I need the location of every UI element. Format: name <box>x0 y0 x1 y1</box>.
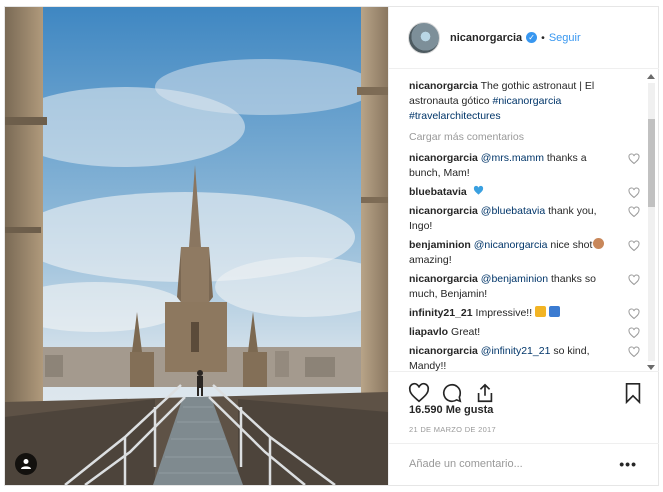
comment-text: Great! <box>448 326 481 338</box>
post-caption: nicanorgarcia The gothic astronaut | El … <box>409 79 609 124</box>
face-emoji-icon <box>593 238 605 249</box>
comments-scrollbar[interactable] <box>646 73 656 371</box>
comment-mention[interactable]: @benjaminion <box>481 273 548 285</box>
hashtag-link[interactable]: #nicanorgarcia <box>492 95 561 107</box>
user-tag-button[interactable] <box>15 453 37 475</box>
cathedral-rooftop-image <box>5 7 388 485</box>
heart-icon[interactable] <box>628 187 640 199</box>
comment-mention[interactable]: @infinity21_21 <box>481 345 551 357</box>
share-icon[interactable] <box>474 382 496 404</box>
more-options-button[interactable]: ••• <box>619 456 637 472</box>
bookmark-icon[interactable] <box>622 382 644 404</box>
heart-icon[interactable] <box>408 382 430 404</box>
comment-item: benjaminion @nicanorgarcia nice shot amaz… <box>409 238 640 268</box>
comment-text: amazing! <box>409 254 452 266</box>
heart-icon[interactable] <box>628 153 640 165</box>
avatar[interactable] <box>408 21 440 54</box>
comment-text: Impressive!! <box>472 307 533 319</box>
comment-item: nicanorgarcia @bluebatavia thank you, In… <box>409 204 640 234</box>
comment-mention[interactable]: @nicanorgarcia <box>474 239 548 251</box>
scroll-up-arrow-icon[interactable] <box>647 74 655 79</box>
heart-icon[interactable] <box>628 206 640 218</box>
heart-icon[interactable] <box>628 327 640 339</box>
comment-username[interactable]: nicanorgarcia <box>409 273 478 285</box>
heart-icon[interactable] <box>628 274 640 286</box>
scroll-down-arrow-icon[interactable] <box>647 365 655 370</box>
caption-username[interactable]: nicanorgarcia <box>409 80 478 92</box>
comment-username[interactable]: bluebatavia <box>409 186 467 198</box>
thumbs-up-emoji-icon <box>535 306 547 317</box>
comment-item: bluebatavia <box>409 185 640 200</box>
heart-icon[interactable] <box>628 308 640 320</box>
comment-mention[interactable]: @mrs.mamm <box>481 152 544 164</box>
comments-list[interactable]: nicanorgarcia The gothic astronaut | El … <box>389 69 659 371</box>
post-header: nicanorgarcia ✓ • Seguir <box>389 7 659 69</box>
follow-button[interactable]: Seguir <box>549 32 581 44</box>
comment-item: nicanorgarcia @benjaminion thanks so muc… <box>409 272 640 302</box>
header-username[interactable]: nicanorgarcia <box>450 32 522 44</box>
comment-username[interactable]: liapavlo <box>409 326 448 338</box>
comment-username[interactable]: benjaminion <box>409 239 471 251</box>
comment-item: nicanorgarcia @infinity21_21 so kind, Ma… <box>409 344 640 371</box>
comment-username[interactable]: nicanorgarcia <box>409 152 478 164</box>
post-date: 21 DE MARZO DE 2017 <box>409 425 496 434</box>
post-sidebar: nicanorgarcia ✓ • Seguir nicanorgarcia T… <box>388 7 659 485</box>
heart-icon[interactable] <box>628 346 640 358</box>
comment-item: nicanorgarcia @mrs.mamm thanks a bunch, … <box>409 151 640 181</box>
header-separator: • <box>541 31 545 44</box>
person-icon <box>21 459 31 469</box>
post-photo[interactable] <box>5 7 388 485</box>
scrollbar-thumb[interactable] <box>648 119 655 207</box>
likes-count[interactable]: 16.590 Me gusta <box>409 404 493 416</box>
load-more-comments-button[interactable]: Cargar más comentarios <box>409 130 659 144</box>
add-comment-input[interactable]: Añade un comentario... <box>409 458 523 470</box>
number-one-emoji-icon <box>549 306 561 317</box>
comment-item: liapavlo Great! <box>409 325 640 340</box>
comment-username[interactable]: nicanorgarcia <box>409 205 478 217</box>
hashtag-link[interactable]: #travelarchitectures <box>409 110 501 122</box>
comment-mention[interactable]: @bluebatavia <box>481 205 545 217</box>
comment-username[interactable]: infinity21_21 <box>409 307 473 319</box>
add-comment-bar: Añade un comentario... ••• <box>389 443 659 485</box>
post-dialog: nicanorgarcia ✓ • Seguir nicanorgarcia T… <box>4 6 659 486</box>
blue-heart-icon <box>473 185 484 196</box>
heart-icon[interactable] <box>628 240 640 252</box>
verified-badge-icon: ✓ <box>526 32 538 43</box>
comment-item: infinity21_21 Impressive!! <box>409 306 640 321</box>
comment-bubble-icon[interactable] <box>441 382 463 404</box>
comment-text: nice shot <box>547 239 593 251</box>
comment-username[interactable]: nicanorgarcia <box>409 345 478 357</box>
